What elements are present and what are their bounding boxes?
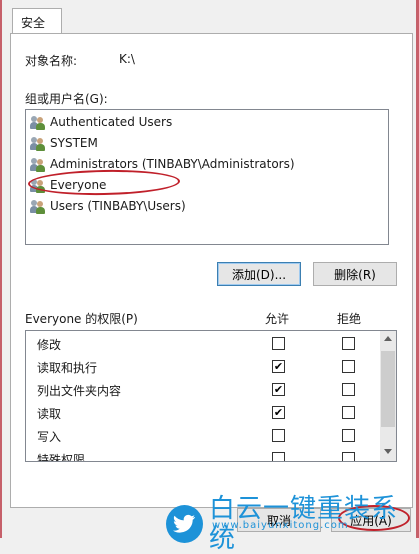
- permission-row: 修改: [26, 333, 382, 355]
- allow-column-header: 允许: [265, 312, 290, 326]
- permission-name: 修改: [37, 338, 62, 352]
- bird-logo-icon: [166, 505, 203, 543]
- scroll-up-arrow-icon[interactable]: [384, 336, 392, 341]
- deny-column-header: 拒绝: [337, 312, 362, 326]
- tab-security[interactable]: 安全: [12, 8, 62, 34]
- permission-row: 读取和执行 ✔: [26, 356, 382, 378]
- list-item-system[interactable]: SYSTEM: [30, 133, 98, 153]
- list-item-label: Administrators (TINBABY\Administrators): [50, 157, 295, 171]
- add-button[interactable]: 添加(D)...: [217, 262, 301, 286]
- permission-row: 特殊权限: [26, 448, 382, 462]
- users-group-icon: [30, 199, 47, 214]
- deny-checkbox[interactable]: [342, 452, 355, 461]
- list-item-authenticated-users[interactable]: Authenticated Users: [30, 112, 172, 132]
- users-group-icon: [30, 115, 47, 130]
- permission-name: 特殊权限: [37, 453, 86, 462]
- permission-name: 读取: [37, 407, 62, 421]
- deny-checkbox[interactable]: [342, 383, 355, 396]
- permission-row: 列出文件夹内容 ✔: [26, 379, 382, 401]
- object-name-label: 对象名称:: [25, 54, 78, 68]
- scroll-thumb[interactable]: [381, 351, 395, 427]
- permission-row: 读取 ✔: [26, 402, 382, 424]
- permission-row: 写入: [26, 425, 382, 447]
- allow-checkbox[interactable]: [272, 452, 285, 461]
- scroll-down-arrow-icon[interactable]: [384, 449, 392, 454]
- tab-strip: 安全: [2, 0, 416, 34]
- permission-name: 列出文件夹内容: [37, 384, 122, 398]
- allow-checkbox[interactable]: ✔: [272, 406, 285, 419]
- object-name-value: K:\: [119, 52, 135, 66]
- allow-checkbox[interactable]: [272, 429, 285, 442]
- deny-checkbox[interactable]: [342, 406, 355, 419]
- list-item-label: Users (TINBABY\Users): [50, 199, 186, 213]
- deny-checkbox[interactable]: [342, 360, 355, 373]
- permissions-scrollbar[interactable]: [380, 331, 396, 461]
- groups-label: 组或用户名(G):: [25, 92, 108, 106]
- allow-checkbox[interactable]: ✔: [272, 360, 285, 373]
- users-group-icon: [30, 157, 47, 172]
- list-item-label: Authenticated Users: [50, 115, 173, 129]
- remove-button[interactable]: 删除(R): [313, 262, 397, 286]
- list-item-label: SYSTEM: [50, 136, 98, 150]
- permission-name: 读取和执行: [37, 361, 98, 375]
- users-group-icon: [30, 136, 47, 151]
- allow-checkbox[interactable]: [272, 337, 285, 350]
- tab-security-label: 安全: [21, 16, 46, 30]
- permissions-label: Everyone 的权限(P): [25, 312, 138, 326]
- list-item-users[interactable]: Users (TINBABY\Users): [30, 196, 186, 216]
- permissions-table: 特殊权限 写入 读取 ✔ 列出文件夹内容 ✔ 读取和执行 ✔ 修改: [25, 330, 397, 462]
- deny-checkbox[interactable]: [342, 337, 355, 350]
- permission-name: 写入: [37, 430, 62, 444]
- watermark-url: www.baiyunxitong.com: [212, 520, 349, 531]
- allow-checkbox[interactable]: ✔: [272, 383, 285, 396]
- window-frame-left: [0, 0, 2, 538]
- deny-checkbox[interactable]: [342, 429, 355, 442]
